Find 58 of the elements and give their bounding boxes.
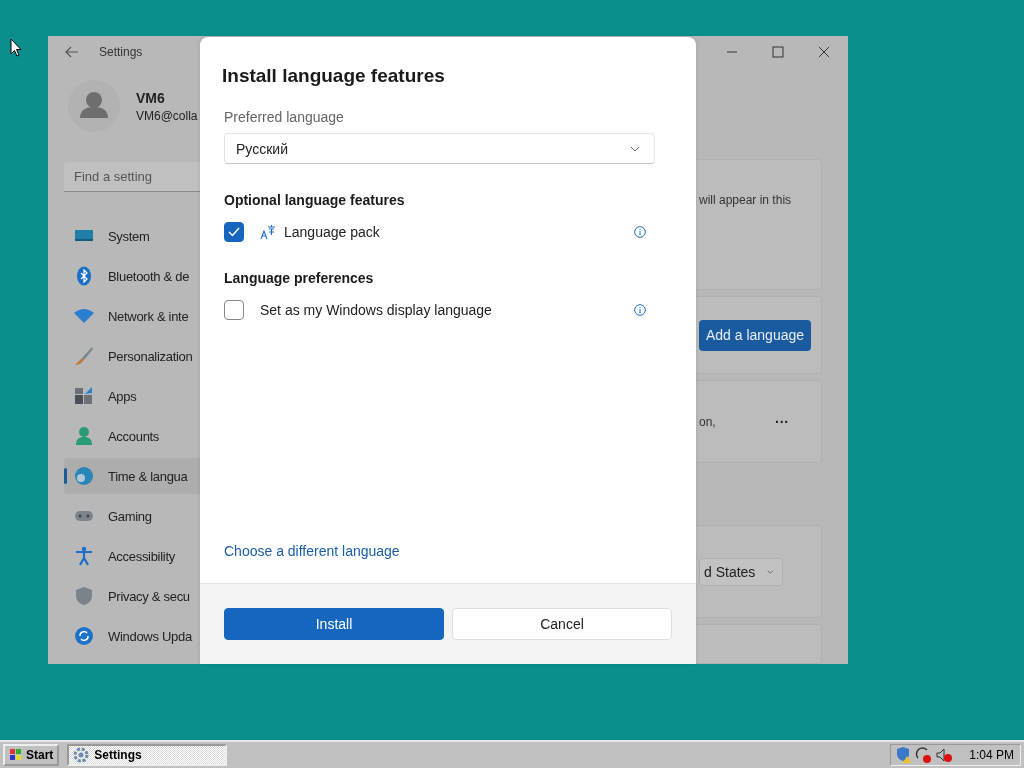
dialog-title: Install language features [222, 65, 446, 87]
nav-item[interactable]: Bluetooth & de [64, 258, 200, 294]
brush-icon [74, 346, 94, 366]
nav-item[interactable]: Accounts [64, 418, 200, 454]
region-dropdown[interactable]: d States [699, 557, 783, 586]
close-icon[interactable] [818, 46, 830, 58]
nav-item[interactable]: System [64, 218, 200, 254]
window-title: Settings [99, 45, 143, 59]
option-label: Set as my Windows display language [260, 302, 492, 318]
nav-item[interactable]: Windows Upda [64, 618, 200, 654]
more-button[interactable]: ··· [769, 412, 795, 431]
info-icon[interactable] [634, 226, 646, 238]
card-text: will appear in this [699, 193, 792, 207]
nav-item[interactable]: Apps [64, 378, 200, 414]
user-name: VM6 [136, 89, 166, 106]
checkbox[interactable] [224, 222, 244, 242]
shield-icon [74, 586, 94, 606]
nav-item[interactable]: Privacy & secu [64, 578, 200, 614]
section-heading: Language preferences [224, 270, 375, 286]
refresh-icon [74, 626, 94, 646]
globe-icon [74, 466, 94, 486]
taskbar-button[interactable]: Settings [67, 744, 228, 766]
gear-icon [73, 747, 90, 763]
nav-item[interactable]: Accessibility [64, 538, 200, 574]
back-icon[interactable] [65, 46, 79, 58]
nav-item[interactable]: Personalization [64, 338, 200, 374]
chevron-down-icon [767, 568, 774, 575]
avatar-icon [68, 80, 120, 132]
field-label: Preferred language [224, 109, 345, 125]
nav-item[interactable]: Network & inte [64, 298, 200, 334]
start-button[interactable]: Start [3, 744, 60, 766]
cancel-button[interactable]: Cancel [452, 608, 672, 640]
clock: 1:04 PM [969, 748, 1014, 762]
bluetooth-icon [74, 266, 94, 286]
info-icon[interactable] [634, 304, 646, 316]
language-dropdown[interactable]: Русский [224, 133, 655, 164]
checkmark-icon [228, 227, 240, 237]
user-email: VM6@colla [136, 108, 198, 123]
install-button[interactable]: Install [224, 608, 444, 640]
nav-item[interactable]: Time & langua [64, 458, 200, 494]
checkbox[interactable] [224, 300, 244, 320]
network-status-icon[interactable] [915, 746, 934, 764]
chevron-down-icon [630, 145, 640, 152]
language-icon [260, 224, 276, 240]
four-squares-logo-icon [9, 748, 23, 762]
muted-speaker-icon[interactable] [935, 746, 954, 764]
choose-language-link[interactable]: Choose a different language [224, 543, 400, 559]
card-text: on, [699, 414, 716, 429]
accessibility-icon [74, 546, 94, 566]
mouse-pointer-icon [10, 38, 22, 57]
person-icon [74, 426, 94, 446]
nav-item[interactable]: Gaming [64, 498, 200, 534]
section-heading: Optional language features [224, 192, 406, 208]
option-label: Language pack [284, 224, 380, 240]
wifi-icon [74, 306, 94, 326]
maximize-icon[interactable] [772, 46, 784, 58]
apps-icon [74, 386, 94, 406]
add-language-button[interactable]: Add a language [699, 319, 811, 351]
